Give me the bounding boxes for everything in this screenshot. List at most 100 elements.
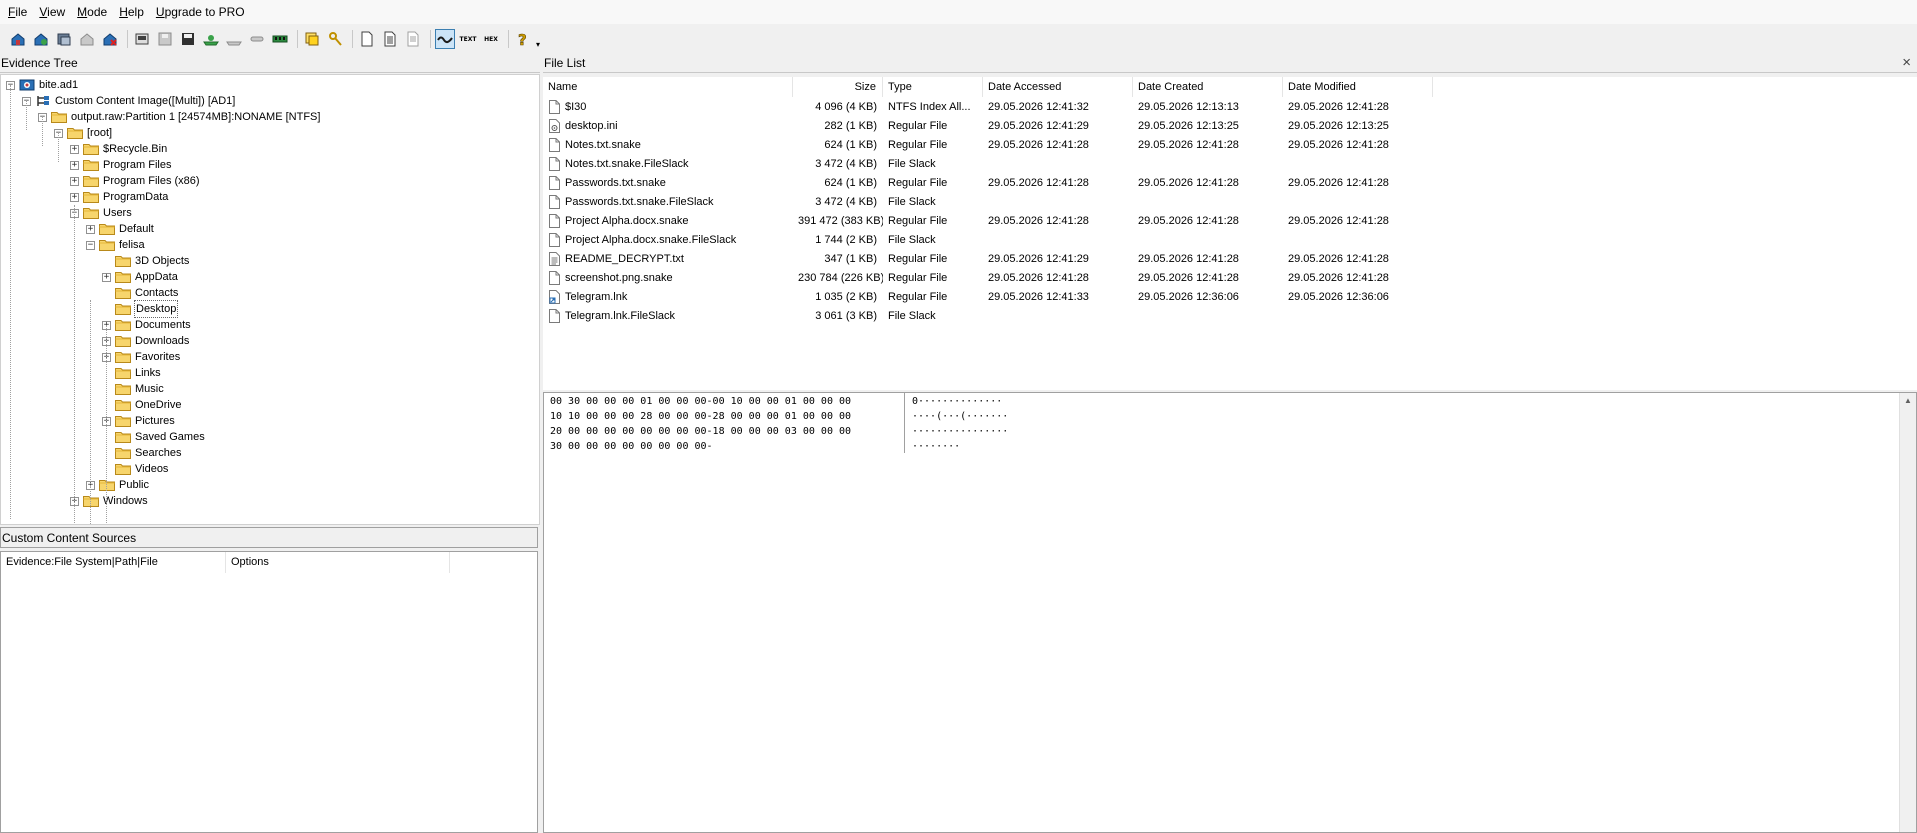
tree-node[interactable]: + Program Files <box>70 157 172 173</box>
tree-node[interactable]: + ProgramData <box>70 189 169 205</box>
tree-node[interactable]: Contacts <box>102 285 179 301</box>
tree-node[interactable]: Videos <box>102 461 169 477</box>
tree-node-label: Saved Games <box>135 431 205 443</box>
file-info-icon[interactable] <box>403 29 423 49</box>
menu-mode[interactable]: Mode <box>71 0 113 24</box>
tree-node[interactable]: Desktop <box>102 300 179 318</box>
create-disk-image-icon[interactable] <box>132 29 152 49</box>
expand-icon[interactable]: + <box>102 272 111 282</box>
file-row[interactable]: Passwords.txt.snake 624 (1 KB) Regular Fil… <box>543 175 1433 191</box>
column-header-type[interactable]: Type <box>883 77 983 97</box>
tree-node[interactable]: + AppData <box>102 269 179 285</box>
save-icon[interactable] <box>155 29 175 49</box>
remove-all-evidence-icon[interactable] <box>100 29 120 49</box>
tree-node-label: $Recycle.Bin <box>103 143 168 155</box>
column-header-name[interactable]: Name <box>543 77 793 97</box>
tree-node[interactable]: − Custom Content Image([Multi]) [AD1] <box>22 93 236 109</box>
toolbar-separator <box>297 30 298 48</box>
menu-view[interactable]: View <box>33 0 71 24</box>
file-name: Telegram.lnk.FileSlack <box>565 310 676 322</box>
scroll-up-icon[interactable]: ▲ <box>1900 393 1916 409</box>
cell-date-accessed: 29.05.2026 12:41:33 <box>988 291 1089 303</box>
column-header-evidence[interactable]: Evidence:File System|Path|File <box>1 552 226 573</box>
tree-node-label: Pictures <box>135 415 175 427</box>
menu-upgrade-to-pro[interactable]: Upgrade to PRO <box>150 0 251 24</box>
tree-node[interactable]: + Documents <box>102 317 192 333</box>
file-row[interactable]: Project Alpha.docx.snake 391 472 (383 KB)… <box>543 213 1433 229</box>
help-icon[interactable]: ? <box>513 29 533 49</box>
cell-size: 282 (1 KB) <box>824 120 877 132</box>
file-row[interactable]: Project Alpha.docx.snake.FileSlack 1 744 … <box>543 232 1433 248</box>
tree-node[interactable]: − output.raw:Partition 1 [24574MB]:NONAME… <box>38 109 321 125</box>
file-row[interactable]: screenshot.png.snake 230 784 (226 KB) Regu… <box>543 270 1433 286</box>
column-header-date-modified[interactable]: Date Modified <box>1283 77 1433 97</box>
tree-node[interactable]: − [root] <box>54 125 113 141</box>
tree-node[interactable]: + Windows <box>70 493 149 509</box>
tree-node[interactable]: − Users <box>70 205 133 221</box>
menu-file[interactable]: File <box>0 0 33 24</box>
tree-node[interactable]: + Downloads <box>102 333 190 349</box>
tree-node[interactable]: + $Recycle.Bin <box>70 141 168 157</box>
column-header-options[interactable]: Options <box>226 552 450 573</box>
tree-node[interactable]: OneDrive <box>102 397 182 413</box>
cell-size: 3 472 (4 KB) <box>815 196 877 208</box>
expand-icon[interactable]: + <box>70 176 79 186</box>
folder-icon <box>83 143 99 155</box>
menu-help[interactable]: Help <box>113 0 150 24</box>
folder-icon <box>115 335 131 347</box>
file-row[interactable]: Telegram.lnk.FileSlack 3 061 (3 KB) File S… <box>543 308 1433 324</box>
tree-node[interactable]: Music <box>102 381 165 397</box>
column-header-size[interactable]: Size <box>793 77 883 97</box>
cell-date-accessed <box>983 156 1133 172</box>
hex-view-icon[interactable]: HEX <box>481 29 501 49</box>
cell-type: File Slack <box>888 158 936 170</box>
expand-icon[interactable]: + <box>70 192 79 202</box>
detect-encryption-icon[interactable] <box>325 29 345 49</box>
expand-icon[interactable]: + <box>86 224 95 234</box>
cell-date-accessed: 29.05.2026 12:41:28 <box>988 215 1089 227</box>
file-row[interactable]: desktop.ini 282 (1 KB) Regular File 29.05.2… <box>543 118 1433 134</box>
column-header-date-created[interactable]: Date Created <box>1133 77 1283 97</box>
file-row[interactable]: Passwords.txt.snake.FileSlack 3 472 (4 KB… <box>543 194 1433 210</box>
collapse-icon[interactable]: − <box>86 240 95 250</box>
tree-node[interactable]: Searches <box>102 445 182 461</box>
text-view-icon[interactable]: TEXT <box>458 29 478 49</box>
file-row[interactable]: $I30 4 096 (4 KB) NTFS Index All... 29.05.2… <box>543 99 1433 115</box>
toolbar-overflow-icon[interactable]: ▾ <box>536 40 540 49</box>
expand-icon[interactable]: + <box>70 160 79 170</box>
file-row[interactable]: README_DECRYPT.txt 347 (1 KB) Regular File… <box>543 251 1433 267</box>
hex-vertical-scrollbar[interactable]: ▲ <box>1899 393 1916 832</box>
tree-node[interactable]: 3D Objects <box>102 253 190 269</box>
file-row[interactable]: Notes.txt.snake 624 (1 KB) Regular File 29.… <box>543 137 1433 153</box>
add-all-drives-icon[interactable] <box>31 29 51 49</box>
image-mounting-icon[interactable] <box>54 29 74 49</box>
hex-viewer[interactable]: ▲ 00 30 00 00 00 01 00 00 00-00 10 00 00… <box>543 392 1917 833</box>
file-properties-icon[interactable] <box>380 29 400 49</box>
expand-icon[interactable]: + <box>70 144 79 154</box>
file-row[interactable]: Telegram.lnk 1 035 (2 KB) Regular File 29.0… <box>543 289 1433 305</box>
export-files-icon[interactable] <box>178 29 198 49</box>
add-evidence-icon[interactable] <box>8 29 28 49</box>
obtain-protected-files-icon[interactable] <box>302 29 322 49</box>
tree-node[interactable]: + Default <box>86 221 155 237</box>
remove-evidence-icon[interactable] <box>77 29 97 49</box>
file-row[interactable]: Notes.txt.snake.FileSlack 3 472 (4 KB) Fil… <box>543 156 1433 172</box>
tree-node[interactable]: + Favorites <box>102 349 181 365</box>
tree-node[interactable]: + Program Files (x86) <box>70 173 201 189</box>
tree-node[interactable]: − bite.ad1 <box>6 77 79 93</box>
file-name: Telegram.lnk <box>565 291 628 303</box>
tree-node[interactable]: Links <box>102 365 162 381</box>
column-header-date-accessed[interactable]: Date Accessed <box>983 77 1133 97</box>
tree-node[interactable]: − felisa <box>86 237 146 253</box>
new-file-icon[interactable] <box>357 29 377 49</box>
tree-node[interactable]: Saved Games <box>102 429 206 445</box>
memory-capture-icon[interactable] <box>270 29 290 49</box>
export-hashes-icon[interactable] <box>201 29 221 49</box>
file-icon <box>549 176 561 190</box>
export-directory-icon[interactable] <box>224 29 244 49</box>
decrypt-icon[interactable] <box>247 29 267 49</box>
close-icon[interactable]: × <box>1902 54 1911 72</box>
auto-view-icon[interactable] <box>435 29 455 49</box>
tree-node[interactable]: + Public <box>86 477 150 493</box>
tree-node[interactable]: + Pictures <box>102 413 176 429</box>
